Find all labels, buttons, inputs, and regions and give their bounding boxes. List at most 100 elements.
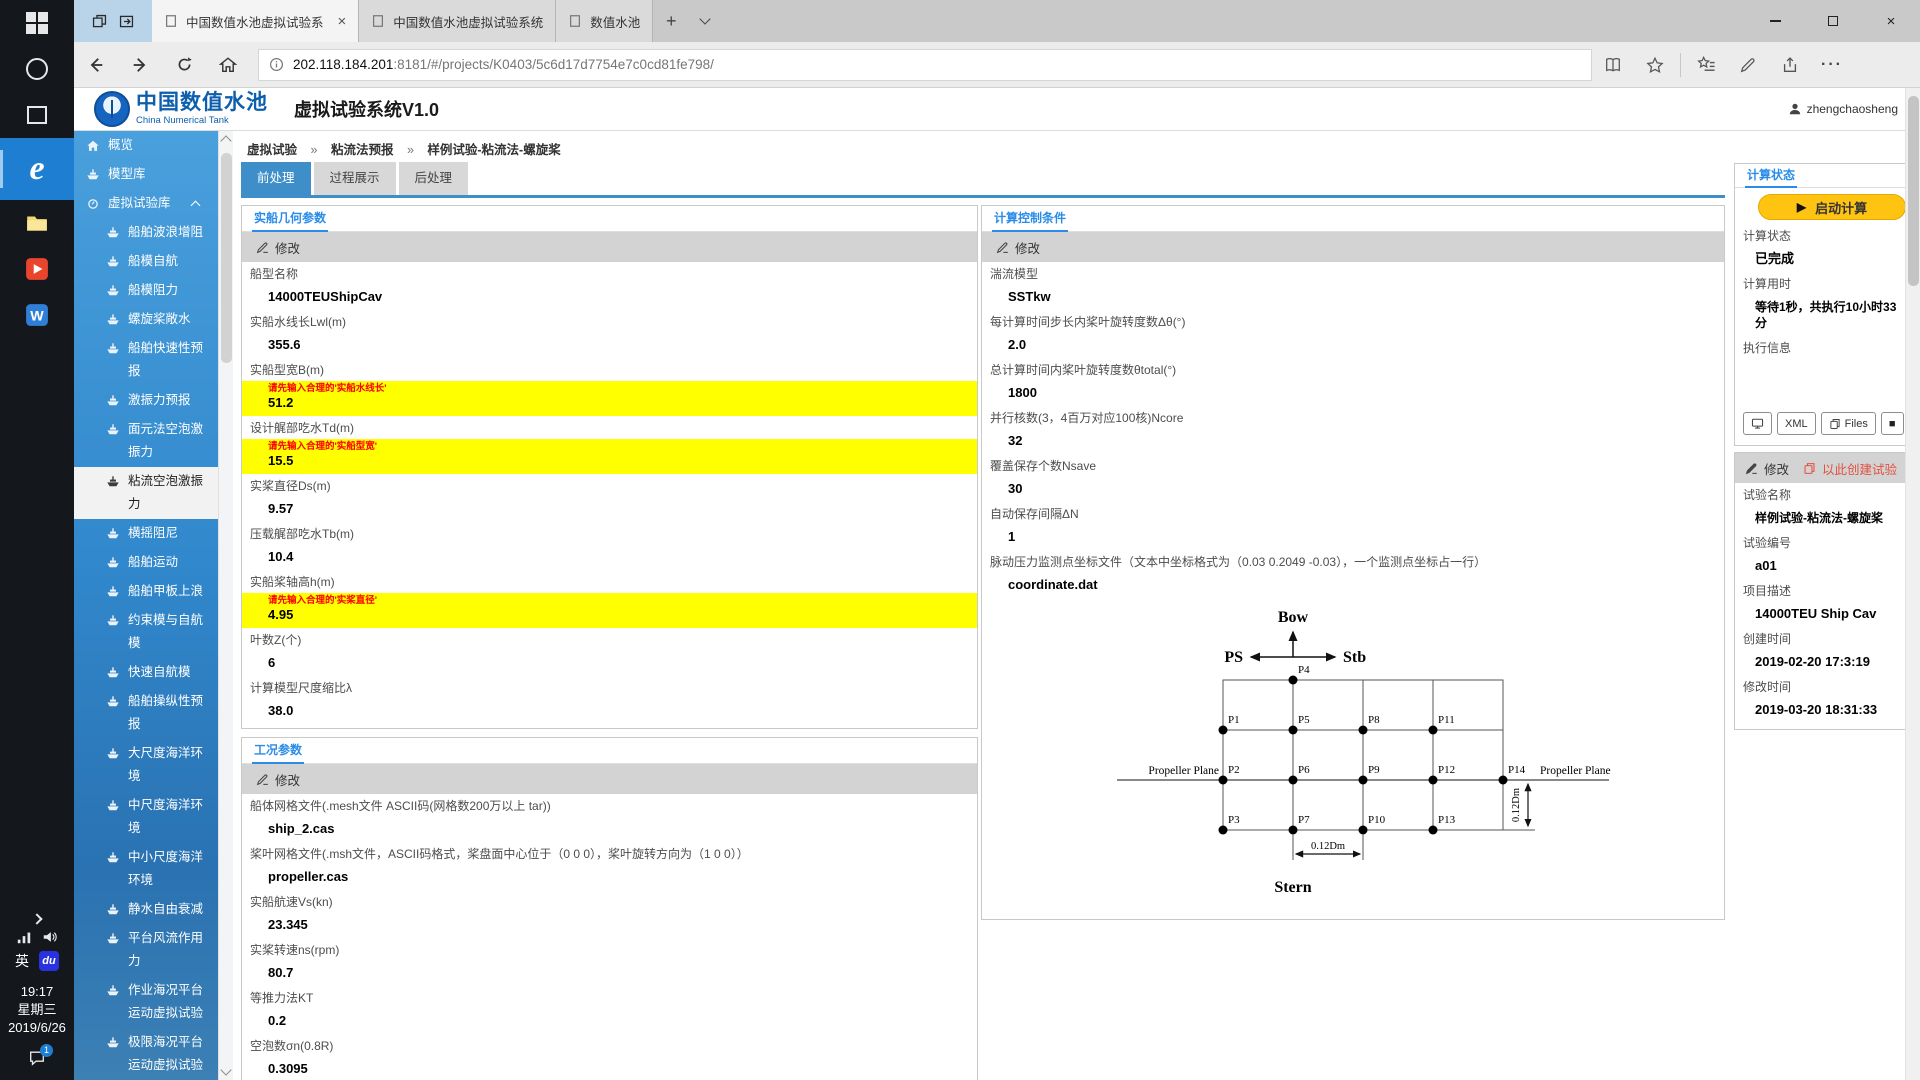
sidebar-item-small-scale-ocean[interactable]: 中小尺度海洋环境 bbox=[74, 843, 218, 895]
sidebar-item-constrained-model[interactable]: 约束模与自航模 bbox=[74, 606, 218, 658]
monitor-point-dot bbox=[1288, 675, 1298, 685]
sidebar-item-propeller-open-water[interactable]: 螺旋桨敞水 bbox=[74, 305, 218, 334]
scroll-down-arrow-icon[interactable] bbox=[220, 1064, 232, 1076]
monitor-point-dot bbox=[1288, 725, 1298, 735]
sidebar-item-roll-damping[interactable]: 横摇阻尼 bbox=[74, 519, 218, 548]
sidebar-scrollbar[interactable] bbox=[218, 131, 233, 1080]
tab-list-chevron[interactable] bbox=[689, 0, 721, 42]
sidebar-item-meso-scale-ocean[interactable]: 中尺度海洋环境 bbox=[74, 791, 218, 843]
browser-tab-2[interactable]: 中国数值水池虚拟试验系统 bbox=[359, 0, 557, 42]
action-center-button[interactable]: 1 bbox=[28, 1044, 53, 1072]
field-shaft-height: 实船桨轴高h(m) 请先输入合理的'实桨直径' 4.95 bbox=[242, 570, 977, 628]
new-tab-button[interactable]: + bbox=[653, 0, 689, 42]
start-computation-button[interactable]: ▶ 启动计算 bbox=[1758, 194, 1905, 220]
back-button[interactable] bbox=[74, 42, 118, 88]
breadcrumb-virtual-test[interactable]: 虚拟试验 bbox=[247, 143, 297, 157]
monitor-point-dot bbox=[1428, 725, 1438, 735]
sidebar-item-virtual-test-library[interactable]: 虚拟试验库 bbox=[74, 189, 218, 218]
user-menu[interactable]: zhengchaosheng bbox=[1788, 102, 1898, 116]
taskbar-clock[interactable]: 19:17 星期三 2019/6/26 bbox=[8, 983, 66, 1037]
sidebar-item-model-library[interactable]: 模型库 bbox=[74, 160, 218, 189]
sidebar-item-extreme-seastate-platform[interactable]: 极限海况平台运动虚拟试验 bbox=[74, 1028, 218, 1080]
page-scrollbar[interactable] bbox=[1905, 88, 1920, 1080]
minimize-button[interactable] bbox=[1746, 0, 1804, 42]
screen: e 英 du 19:17 星期三 2019/6/26 1 中国数值水池虚拟试验系… bbox=[0, 0, 1920, 1080]
dim-vertical-label: 0.12Dm bbox=[1511, 788, 1522, 822]
share-button[interactable] bbox=[1769, 42, 1811, 88]
sidebar-item-large-scale-ocean[interactable]: 大尺度海洋环境 bbox=[74, 739, 218, 791]
pinned-app-red-button[interactable] bbox=[0, 246, 74, 292]
web-note-button[interactable] bbox=[1727, 42, 1769, 88]
sidebar-item-platform-wind-current[interactable]: 平台风流作用力 bbox=[74, 924, 218, 976]
field-autosave-interval: 自动保存间隔ΔN 1 bbox=[990, 507, 1079, 544]
monitor-point-dot bbox=[1288, 825, 1298, 835]
close-button[interactable]: × bbox=[1862, 0, 1920, 42]
network-icon[interactable] bbox=[16, 929, 32, 945]
sidebar-item-model-resistance[interactable]: 船模阻力 bbox=[74, 276, 218, 305]
sidebar-item-speed-prediction[interactable]: 船舶快速性预报 bbox=[74, 334, 218, 386]
xml-button[interactable]: XML bbox=[1777, 412, 1816, 435]
ship-icon bbox=[106, 475, 120, 489]
field-modified-time: 修改时间 2019-03-20 18:31:33 bbox=[1743, 680, 1878, 717]
task-view-icon bbox=[27, 106, 47, 124]
baidu-ime-icon[interactable]: du bbox=[39, 951, 59, 971]
favorite-button[interactable] bbox=[1634, 42, 1676, 88]
sidebar-item-model-self-propulsion[interactable]: 船模自航 bbox=[74, 247, 218, 276]
clone-test-button[interactable]: 以此创建试验 bbox=[1803, 459, 1897, 478]
sidebar-item-excitation-force[interactable]: 激振力预报 bbox=[74, 386, 218, 415]
task-view-button[interactable] bbox=[0, 92, 74, 138]
tab-process-display[interactable]: 过程展示 bbox=[313, 162, 396, 195]
sidebar-item-wave-added-resistance[interactable]: 船舶波浪增阻 bbox=[74, 218, 218, 247]
cortana-button[interactable] bbox=[0, 46, 74, 92]
settings-more-button[interactable]: ··· bbox=[1811, 42, 1853, 88]
sidebar-item-maneuverability[interactable]: 船舶操纵性预报 bbox=[74, 687, 218, 739]
edge-taskbar-button[interactable]: e bbox=[0, 138, 74, 200]
stop-button[interactable]: ■ bbox=[1880, 412, 1904, 435]
restore-tabs-icon[interactable] bbox=[118, 13, 135, 30]
tab-close-icon[interactable]: × bbox=[338, 13, 347, 30]
monitor-point-dot bbox=[1218, 825, 1228, 835]
scrollbar-thumb[interactable] bbox=[1908, 96, 1919, 286]
scrollbar-thumb[interactable] bbox=[221, 153, 232, 363]
speaker-icon[interactable] bbox=[42, 929, 58, 945]
panel-title: 计算状态 bbox=[1745, 164, 1798, 188]
browser-tab-active[interactable]: 中国数值水池虚拟试验系 × bbox=[152, 0, 360, 42]
tab-postprocess[interactable]: 后处理 bbox=[398, 162, 469, 195]
sidebar-item-still-water-decay[interactable]: 静水自由衰减 bbox=[74, 895, 218, 924]
ime-indicator[interactable]: 英 bbox=[15, 951, 29, 971]
refresh-button[interactable] bbox=[162, 42, 206, 88]
site-info-icon[interactable] bbox=[269, 57, 284, 72]
notification-badge: 1 bbox=[40, 1044, 53, 1057]
hub-button[interactable] bbox=[1685, 42, 1727, 88]
file-explorer-button[interactable] bbox=[0, 200, 74, 246]
ship-icon bbox=[106, 1036, 120, 1050]
sidebar-item-fast-self-propelled[interactable]: 快速自航模 bbox=[74, 658, 218, 687]
start-button[interactable] bbox=[0, 0, 74, 46]
control-panel: 计算控制条件 修改 湍流模型 SSTkw 每计算时间步长内桨叶旋转度数Δθ(°) 2… bbox=[981, 205, 1725, 920]
show-hidden-icons-chevron[interactable] bbox=[31, 913, 43, 925]
ship-icon bbox=[106, 284, 120, 298]
reading-view-button[interactable] bbox=[1592, 42, 1634, 88]
sidebar-item-viscous-cavitation-active[interactable]: 粘流空泡激振力 bbox=[74, 467, 218, 519]
sidebar-item-ship-motion[interactable]: 船舶运动 bbox=[74, 548, 218, 577]
edit-geometry-button[interactable]: 修改 bbox=[256, 238, 300, 257]
edit-test-button[interactable]: 修改 bbox=[1745, 459, 1789, 478]
breadcrumb-viscous-method[interactable]: 粘流法预报 bbox=[331, 143, 394, 157]
sidebar-item-deck-wetness[interactable]: 船舶甲板上浪 bbox=[74, 577, 218, 606]
maximize-button[interactable] bbox=[1804, 0, 1862, 42]
home-button[interactable] bbox=[206, 42, 250, 88]
monitor-button[interactable] bbox=[1743, 412, 1772, 435]
sidebar-item-overview[interactable]: 概览 bbox=[74, 131, 218, 160]
forward-button[interactable] bbox=[118, 42, 162, 88]
pinned-app-w-button[interactable] bbox=[0, 292, 74, 338]
scroll-up-arrow-icon[interactable] bbox=[220, 135, 232, 147]
sidebar-item-operating-seastate-platform[interactable]: 作业海况平台运动虚拟试验 bbox=[74, 976, 218, 1028]
browser-tab-3[interactable]: 数值水池 bbox=[556, 0, 654, 42]
set-tabs-aside-icon[interactable] bbox=[91, 13, 108, 30]
edit-condition-button[interactable]: 修改 bbox=[256, 770, 300, 789]
tab-preprocess[interactable]: 前处理 bbox=[241, 162, 311, 195]
edit-control-button[interactable]: 修改 bbox=[996, 238, 1040, 257]
files-button[interactable]: Files bbox=[1820, 412, 1876, 435]
url-input[interactable]: 202.118.184.201:8181/#/projects/K0403/5c… bbox=[258, 48, 1592, 81]
sidebar-item-panel-method-cavitation[interactable]: 面元法空泡激振力 bbox=[74, 415, 218, 467]
